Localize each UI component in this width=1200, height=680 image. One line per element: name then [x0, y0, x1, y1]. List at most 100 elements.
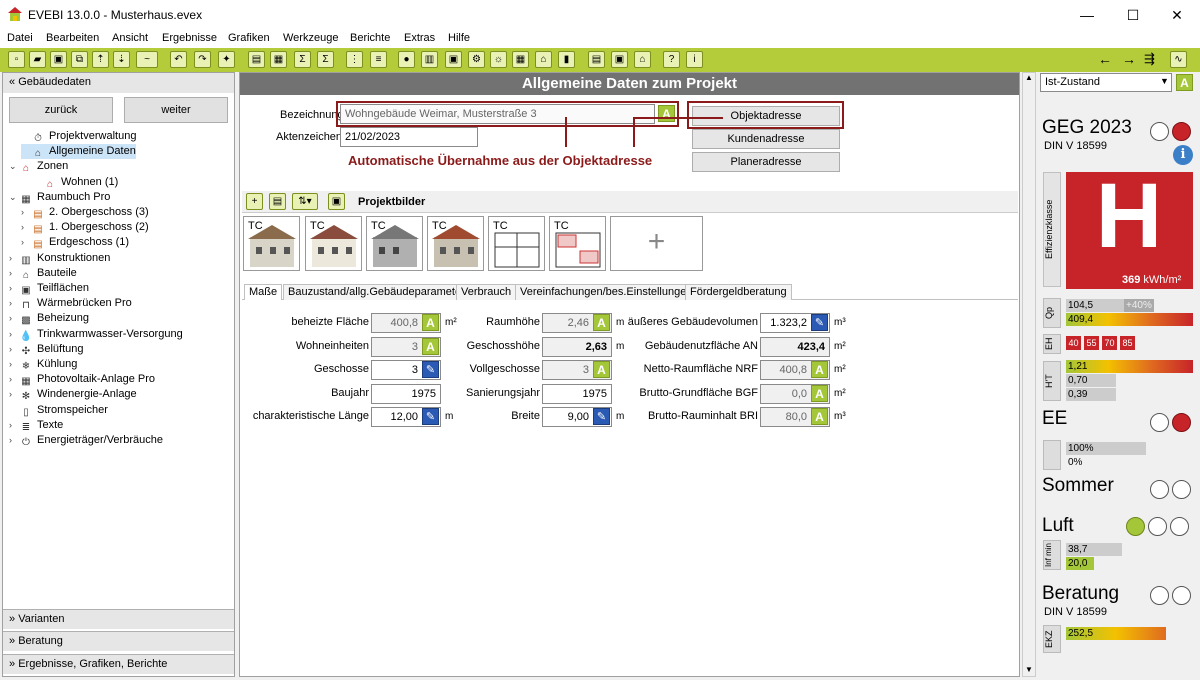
chevron-right-icon[interactable]: ›: [21, 205, 31, 220]
maximize-icon[interactable]: ☐: [1110, 0, 1156, 30]
beratung-section[interactable]: » Beratung: [3, 631, 234, 651]
add-image-button[interactable]: +: [610, 216, 703, 271]
paste-image-icon[interactable]: ▤: [269, 193, 286, 210]
redo-icon[interactable]: ↷: [194, 51, 211, 68]
chevron-right-icon[interactable]: ›: [9, 311, 19, 326]
tree-item[interactable]: ⌂ Allgemeine Daten: [21, 144, 136, 160]
chevron-right-icon[interactable]: ›: [21, 220, 31, 235]
pv-icon[interactable]: ▦: [512, 51, 529, 68]
objektadresse-button[interactable]: Objektadresse: [692, 106, 840, 126]
report-icon[interactable]: ▦: [270, 51, 287, 68]
forward-arrow-icon[interactable]: →: [1122, 51, 1136, 67]
menu-bearbeiten[interactable]: Bearbeiten: [46, 32, 99, 44]
image-settings-icon[interactable]: ▣: [328, 193, 345, 210]
menu-extras[interactable]: Extras: [404, 32, 435, 44]
tab-masse[interactable]: Maße: [244, 284, 283, 300]
chevron-right-icon[interactable]: ›: [9, 433, 19, 448]
chevron-right-icon[interactable]: ›: [9, 342, 19, 357]
chevron-down-icon[interactable]: ⌄: [9, 159, 19, 174]
tool-icon[interactable]: ⚙: [468, 51, 485, 68]
menu-ansicht[interactable]: Ansicht: [112, 32, 148, 44]
state-badge[interactable]: A: [1176, 74, 1193, 91]
tree-item[interactable]: ⌄ ▦ Raumbuch Pro: [9, 190, 110, 205]
project-image[interactable]: TC: [305, 216, 362, 271]
menu-grafiken[interactable]: Grafiken: [228, 32, 270, 44]
tree-item[interactable]: › ❄ Kühlung: [9, 357, 77, 372]
house-check-icon[interactable]: ⌂: [634, 51, 651, 68]
info-icon[interactable]: i: [686, 51, 703, 68]
ergebnisse-section[interactable]: » Ergebnisse, Grafiken, Berichte: [3, 654, 234, 674]
tree-item[interactable]: ▯ Stromspeicher: [9, 403, 108, 418]
tree-item[interactable]: › 💧 Trinkwarmwasser-Versorgung: [9, 327, 183, 342]
state-select[interactable]: Ist-Zustand: [1040, 73, 1172, 92]
back-button[interactable]: zurück: [9, 97, 113, 123]
tree-item[interactable]: › ≣ Texte: [9, 418, 63, 433]
tree-item[interactable]: › ▤ 1. Obergeschoss (2): [21, 220, 149, 235]
auto-badge[interactable]: A: [811, 408, 828, 425]
project-image[interactable]: TC: [243, 216, 300, 271]
print-icon[interactable]: ▣: [611, 51, 628, 68]
radiator-icon[interactable]: ▥: [421, 51, 438, 68]
open-folder-icon[interactable]: ▰: [29, 51, 46, 68]
chevron-right-icon[interactable]: ›: [21, 235, 31, 250]
bezeichnung-input[interactable]: Wohngebäude Weimar, Musterstraße 3: [340, 104, 655, 124]
calculator-icon[interactable]: ▤: [588, 51, 605, 68]
heat-icon[interactable]: ●: [398, 51, 415, 68]
next-button[interactable]: weiter: [124, 97, 228, 123]
help-icon[interactable]: ?: [663, 51, 680, 68]
calc-icon[interactable]: ▣: [445, 51, 462, 68]
tab-bauzustand[interactable]: Bauzustand/allg.Gebäudeparameter: [283, 284, 470, 300]
planeradresse-button[interactable]: Planeradresse: [692, 152, 840, 172]
chevron-down-icon[interactable]: ▼: [1160, 76, 1169, 86]
tree-item[interactable]: › ▥ Konstruktionen: [9, 251, 110, 266]
kundenadresse-button[interactable]: Kundenadresse: [692, 129, 840, 149]
auto-badge[interactable]: A: [811, 384, 828, 402]
sigma-orange-icon[interactable]: Σ: [294, 51, 311, 68]
chart-icon[interactable]: ▮: [558, 51, 575, 68]
tree-item[interactable]: ⌂ Wohnen (1): [33, 175, 118, 190]
tree-item[interactable]: › ▣ Teilflächen: [9, 281, 89, 296]
tree-item[interactable]: › ▦ Photovoltaik-Anlage Pro: [9, 372, 155, 387]
menu-datei[interactable]: Datei: [7, 32, 33, 44]
varianten-section[interactable]: » Varianten: [3, 609, 234, 629]
sun-icon[interactable]: ☼: [490, 51, 507, 68]
chevron-right-icon[interactable]: ›: [9, 251, 19, 266]
demo-icon[interactable]: ~: [136, 51, 158, 68]
tree-item[interactable]: › ⌂ Bauteile: [9, 266, 77, 281]
chevron-down-icon[interactable]: ⌄: [9, 190, 19, 205]
wand-icon[interactable]: ✦: [218, 51, 235, 68]
auto-badge[interactable]: A: [811, 361, 828, 378]
export-icon[interactable]: ⇣: [113, 51, 130, 68]
save-icon[interactable]: ▣: [50, 51, 67, 68]
close-icon[interactable]: ✕: [1154, 0, 1200, 30]
field-input[interactable]: 423,4: [760, 336, 830, 357]
sort-icon[interactable]: ⇅▾: [292, 193, 318, 210]
project-image[interactable]: TC: [488, 216, 545, 271]
chevron-right-icon[interactable]: ›: [9, 266, 19, 281]
right-scrollbar[interactable]: ▲ ▼: [1022, 72, 1036, 677]
scroll-up-icon[interactable]: ▲: [1023, 73, 1035, 82]
project-image[interactable]: TC: [427, 216, 484, 271]
undo-icon[interactable]: ↶: [170, 51, 187, 68]
scroll-down-icon[interactable]: ▼: [1023, 665, 1035, 674]
menu-berichte[interactable]: Berichte: [350, 32, 390, 44]
chevron-right-icon[interactable]: ›: [9, 281, 19, 296]
list-icon[interactable]: ≡: [370, 51, 387, 68]
tree-item[interactable]: › ✣ Belüftung: [9, 342, 83, 357]
tree-item[interactable]: › ✻ Windenergie-Anlage: [9, 387, 137, 402]
tab-vereinfachungen[interactable]: Vereinfachungen/bes.Einstellungen: [515, 284, 698, 300]
tree-item[interactable]: ⌄ ⌂ Zonen: [9, 159, 68, 174]
home-icon[interactable]: ⌂: [535, 51, 552, 68]
minimize-icon[interactable]: —: [1064, 0, 1110, 30]
tree-item[interactable]: › ▤ 2. Obergeschoss (3): [21, 205, 149, 220]
tree-item[interactable]: › ⊓ Wärmebrücken Pro: [9, 296, 132, 311]
chevron-right-icon[interactable]: ›: [9, 372, 19, 387]
layout-icon[interactable]: ⇶: [1144, 51, 1155, 67]
tree-item[interactable]: ⏱ Projektverwaltung: [21, 129, 136, 144]
back-arrow-icon[interactable]: ←: [1098, 51, 1112, 67]
menu-werkzeuge[interactable]: Werkzeuge: [283, 32, 338, 44]
project-image[interactable]: TC: [549, 216, 606, 271]
curve-icon[interactable]: ∿: [1170, 51, 1187, 68]
menu-hilfe[interactable]: Hilfe: [448, 32, 470, 44]
project-image[interactable]: TC: [366, 216, 423, 271]
